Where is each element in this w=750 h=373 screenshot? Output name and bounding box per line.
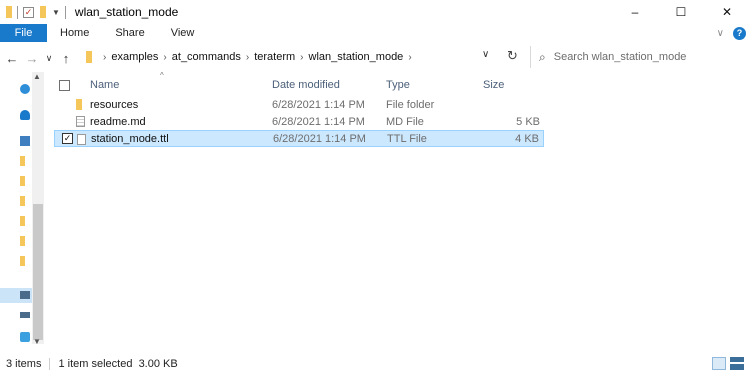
breadcrumb-teraterm[interactable]: teraterm [254,51,295,63]
ribbon-right: ∨ ? [717,24,746,42]
folder-icon[interactable] [20,176,25,186]
scroll-down-icon[interactable]: ▼ [33,337,41,346]
item-count: 3 items [6,358,42,370]
tab-share[interactable]: Share [102,24,157,42]
tab-file[interactable]: File [0,24,47,42]
column-header-row: ^ Name Date modified Type Size [54,71,544,96]
file-name: station_mode.ttl [91,132,169,145]
file-date: 6/28/2021 1:14 PM [272,115,365,128]
folder-icon[interactable] [20,196,25,206]
chevron-right-icon[interactable]: › [163,52,166,63]
folder-icon[interactable] [20,256,25,266]
expand-ribbon-icon[interactable]: ∨ [717,28,724,39]
file-list: ^ Name Date modified Type Size resources… [54,71,544,147]
this-pc-icon[interactable] [20,136,30,146]
table-row[interactable]: resources 6/28/2021 1:14 PM File folder [54,96,544,113]
customize-quick-access-icon[interactable]: ▼ [52,8,60,17]
refresh-icon[interactable]: ↻ [507,48,518,64]
ribbon-tabs: File Home Share View ∨ ? [0,24,750,42]
divider [49,358,51,370]
file-type: TTL File [387,132,427,145]
column-header-name[interactable]: Name [90,79,119,91]
drive-icon[interactable] [20,291,30,299]
address-dropdown-icon[interactable]: ∨ [482,49,489,60]
new-folder-icon[interactable] [40,6,46,18]
folder-icon [86,51,92,63]
file-type: MD File [386,115,424,128]
folder-icon[interactable] [20,216,25,226]
folder-icon[interactable] [20,236,25,246]
large-icons-view-icon[interactable] [730,357,744,370]
document-icon [76,116,85,130]
divider [17,5,18,19]
tab-view[interactable]: View [158,24,208,42]
view-switcher [712,357,744,370]
back-arrow-icon[interactable]: ← [2,51,22,66]
network-icon[interactable] [20,332,30,342]
quick-access-toolbar: ✓ ▼ [6,5,71,19]
file-date: 6/28/2021 1:14 PM [272,98,365,111]
help-icon[interactable]: ? [733,26,746,40]
file-size: 4 KB [515,132,539,145]
chevron-right-icon[interactable]: › [408,52,411,63]
search-placeholder: Search wlan_station_mode [553,51,687,63]
window-controls: – ☐ ✕ [612,0,750,24]
quick-access-icon[interactable] [20,84,30,94]
row-checkbox[interactable]: ✓ [62,133,73,144]
file-name: resources [90,98,139,111]
chevron-right-icon[interactable]: › [103,52,106,63]
navigation-bar: ← → ∨ ↑ › examples › at_commands › terat… [0,46,750,70]
drive-icon[interactable] [20,312,30,318]
chevron-right-icon[interactable]: › [246,52,249,63]
details-view-icon[interactable] [712,357,726,370]
navigation-scrollbar-thumb[interactable] [33,204,43,340]
forward-arrow-icon[interactable]: → [22,51,42,66]
column-header-type[interactable]: Type [386,79,410,91]
select-all-checkbox[interactable] [59,79,70,91]
file-size: 5 KB [516,115,540,128]
up-arrow-icon[interactable]: ↑ [56,51,76,66]
file-type: File folder [386,98,435,111]
maximize-button[interactable]: ☐ [658,0,704,24]
file-name: readme.md [90,115,146,128]
divider [64,5,66,19]
column-header-size[interactable]: Size [483,79,504,91]
breadcrumb-wlan-station-mode[interactable]: wlan_station_mode [309,51,404,63]
recent-locations-icon[interactable]: ∨ [42,53,56,64]
chevron-right-icon[interactable]: › [300,52,303,63]
properties-icon[interactable]: ✓ [23,6,34,18]
status-bar: 3 items 1 item selected 3.00 KB [0,355,750,373]
tab-home[interactable]: Home [47,24,102,42]
sort-caret-icon: ^ [160,71,164,80]
minimize-button[interactable]: – [612,0,658,24]
window-title: wlan_station_mode [74,5,179,19]
folder-icon [76,99,82,113]
table-row[interactable]: readme.md 6/28/2021 1:14 PM MD File 5 KB [54,113,544,130]
folder-icon [6,6,12,18]
column-header-date[interactable]: Date modified [272,79,340,91]
file-date: 6/28/2021 1:14 PM [273,132,366,145]
breadcrumb-examples[interactable]: examples [111,51,158,63]
address-bar[interactable]: › examples › at_commands › teraterm › wl… [86,46,526,68]
selection-info: 1 item selected 3.00 KB [58,358,178,370]
scroll-up-icon[interactable]: ▲ [33,72,41,81]
folder-icon[interactable] [20,156,25,166]
search-icon: ⌕ [539,49,546,64]
file-icon [77,134,86,148]
search-input[interactable]: ⌕ Search wlan_station_mode [530,46,750,68]
breadcrumb-at-commands[interactable]: at_commands [172,51,241,63]
title-bar: ✓ ▼ wlan_station_mode – ☐ ✕ [0,0,750,24]
table-row-selected[interactable]: ✓ station_mode.ttl 6/28/2021 1:14 PM TTL… [54,130,544,147]
close-button[interactable]: ✕ [704,0,750,24]
onedrive-icon[interactable] [20,110,30,120]
